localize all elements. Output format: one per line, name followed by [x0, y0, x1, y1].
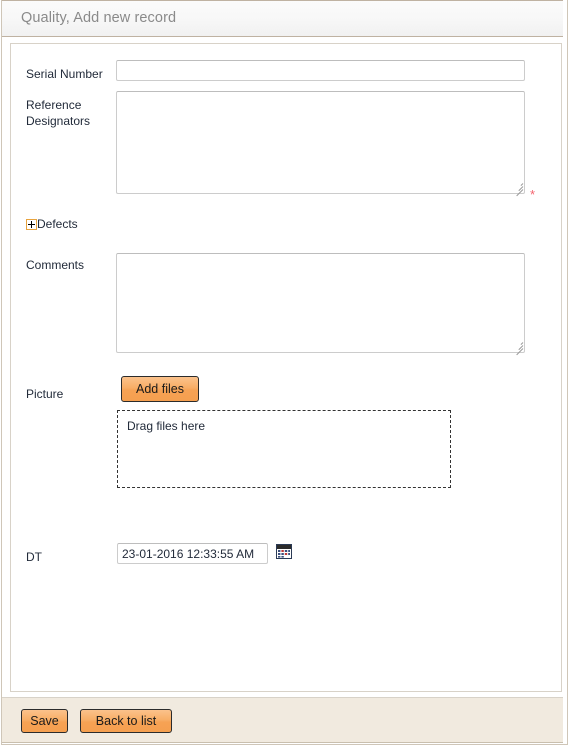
save-button[interactable]: Save — [21, 709, 68, 733]
defects-expander[interactable]: Defects — [26, 217, 78, 231]
page-title: Quality, Add new record — [21, 10, 177, 26]
app-window: Quality, Add new record Serial Number Re… — [0, 0, 569, 752]
file-dropzone[interactable]: Drag files here — [117, 410, 451, 488]
form-footer: Save Back to list — [2, 697, 563, 743]
reference-designators-textarea[interactable] — [116, 91, 525, 194]
serial-number-input[interactable] — [116, 60, 525, 81]
serial-number-label: Serial Number — [26, 67, 103, 81]
required-asterisk: * — [530, 187, 536, 202]
dt-label: DT — [26, 550, 42, 564]
add-files-button[interactable]: Add files — [121, 376, 199, 402]
dt-input[interactable] — [117, 543, 268, 564]
window-frame: Quality, Add new record Serial Number Re… — [1, 0, 568, 745]
comments-label: Comments — [26, 258, 85, 272]
defects-label: Defects — [37, 217, 78, 231]
calendar-icon[interactable] — [276, 544, 292, 559]
reference-designators-label: Reference Designators — [26, 98, 91, 128]
back-to-list-button[interactable]: Back to list — [80, 709, 172, 733]
plus-square-icon[interactable] — [26, 218, 37, 230]
title-bar: Quality, Add new record — [2, 0, 563, 37]
form-panel: Serial Number Reference Designators * De… — [10, 43, 562, 692]
comments-textarea[interactable] — [116, 253, 525, 353]
picture-label: Picture — [26, 387, 64, 401]
dropzone-hint: Drag files here — [127, 419, 206, 433]
